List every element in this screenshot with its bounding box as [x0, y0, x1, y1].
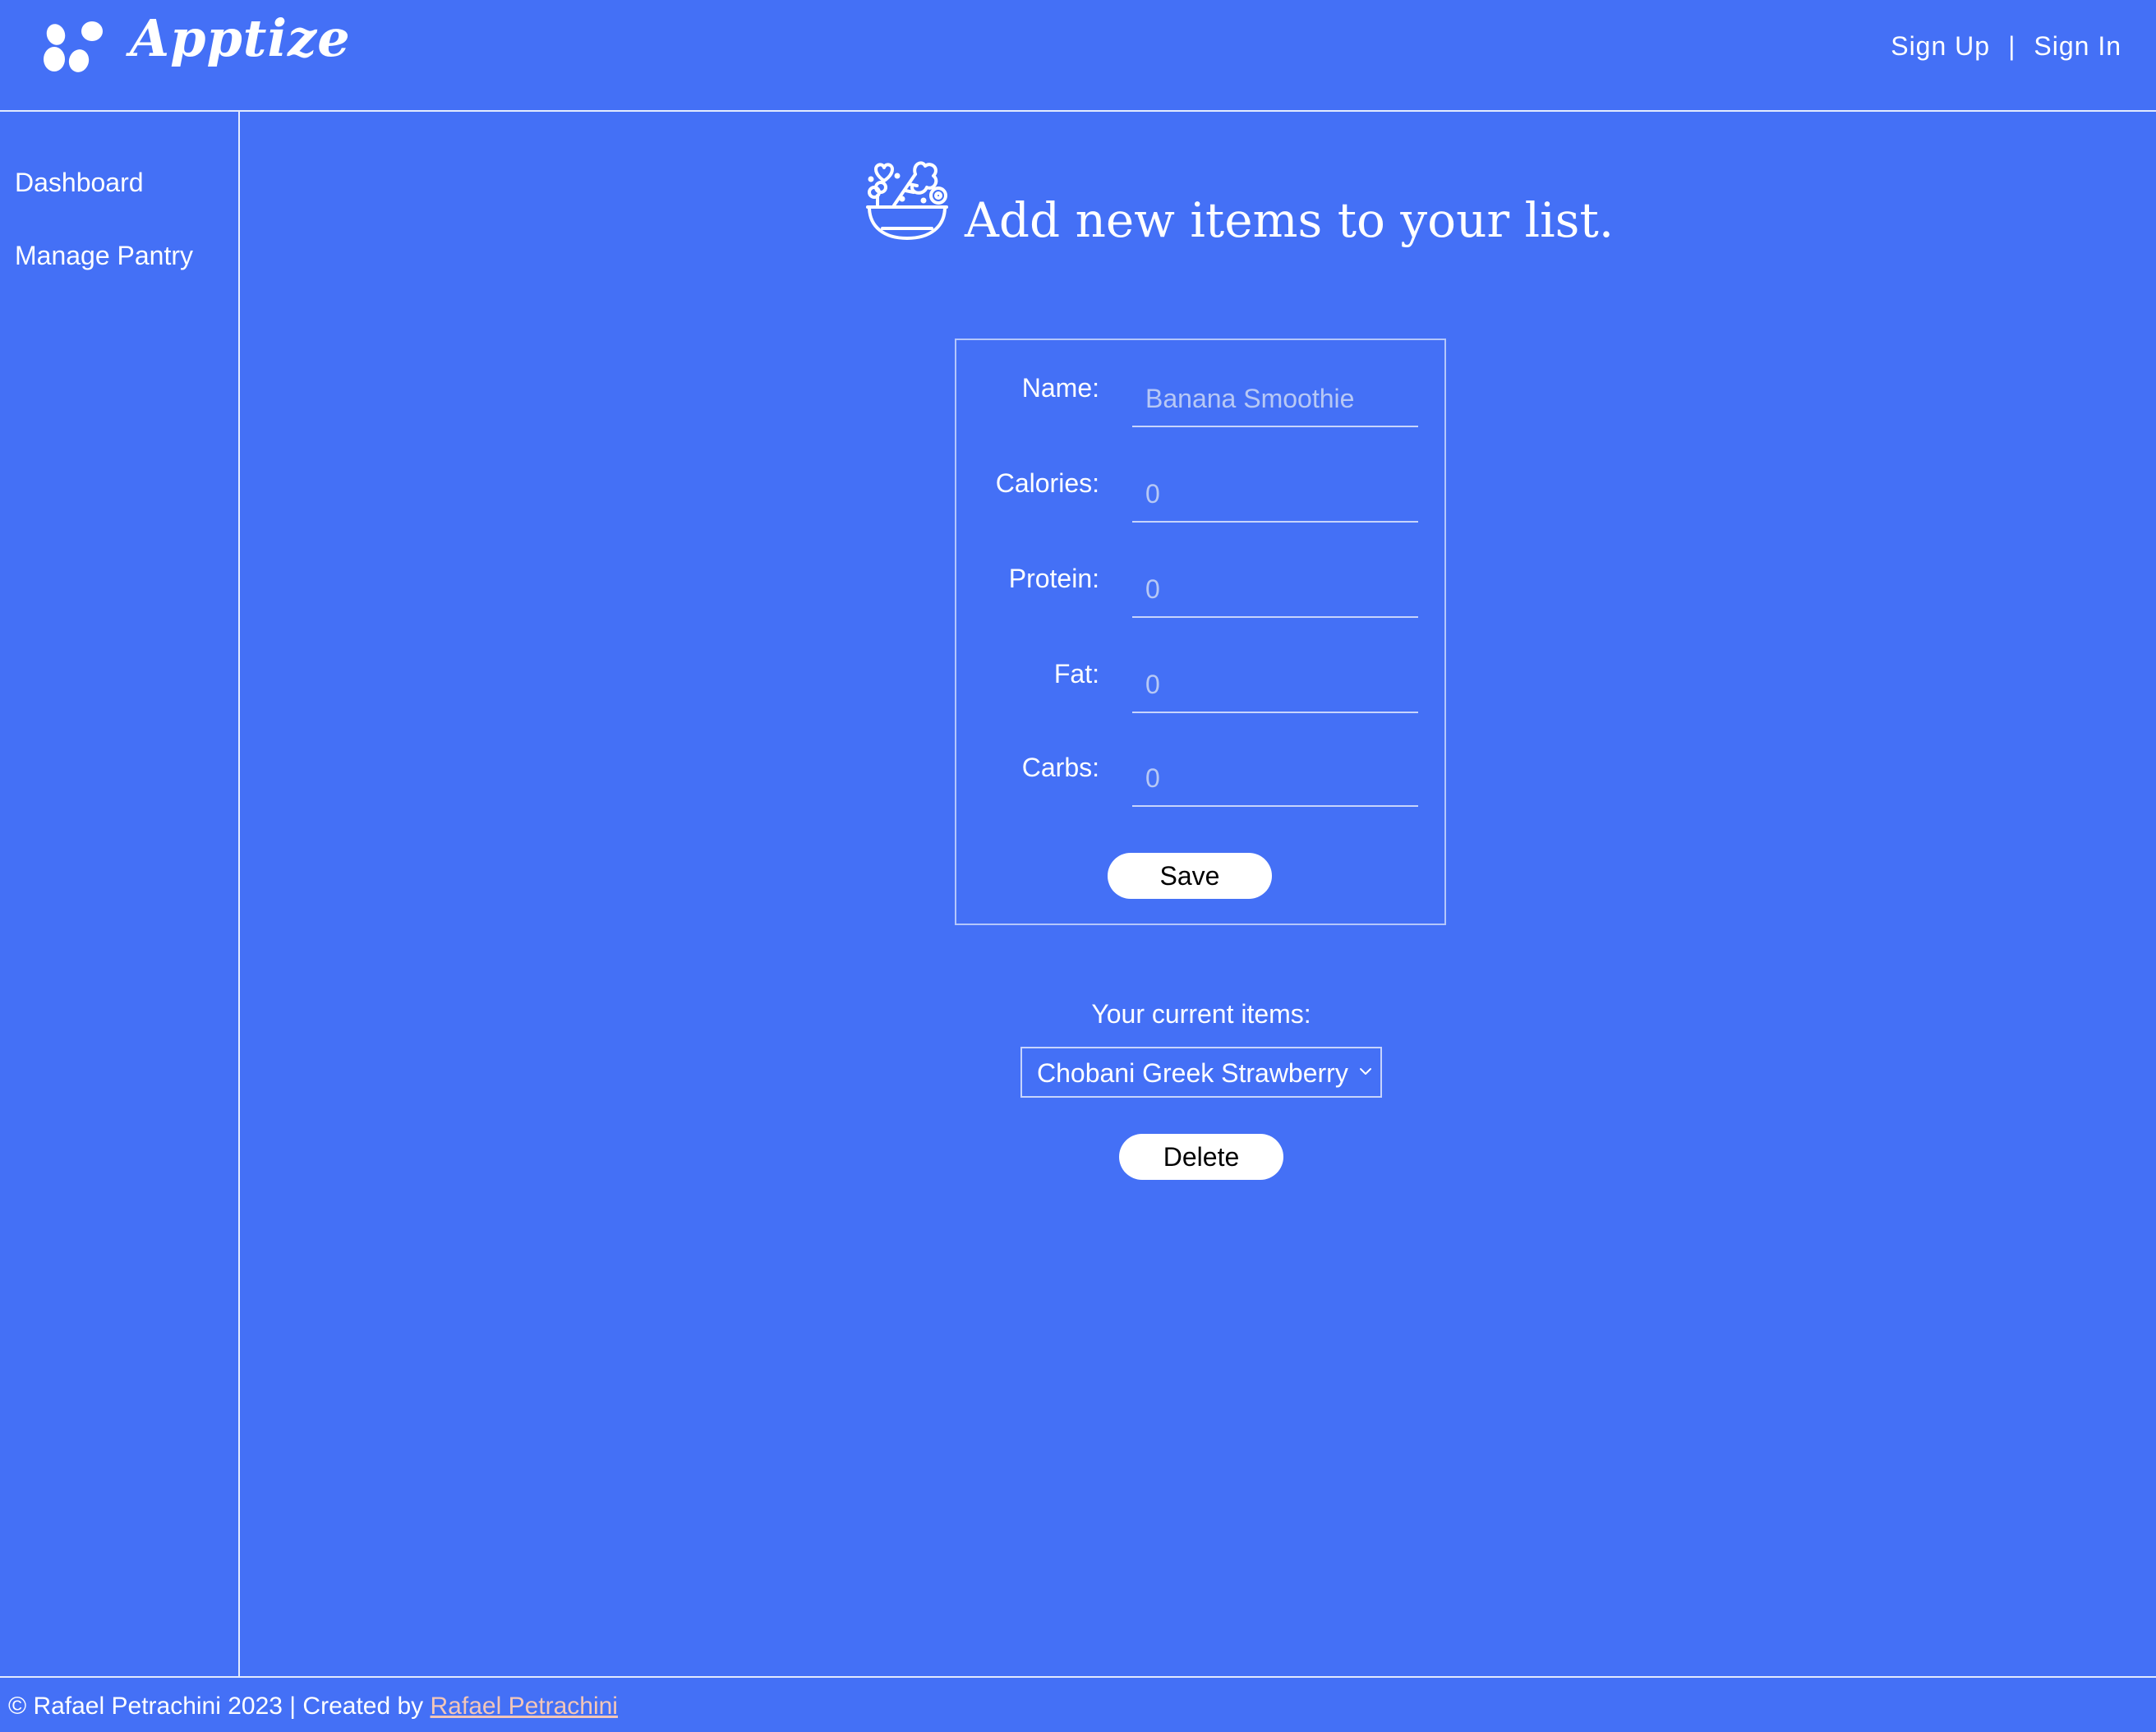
sidebar-item-dashboard[interactable]: Dashboard: [15, 168, 144, 198]
form-row-calories: Calories:: [956, 435, 1448, 524]
top-header: Apptize Sign Up | Sign In: [0, 0, 2156, 112]
form-row-fat: Fat:: [956, 626, 1448, 715]
fat-input[interactable]: [1132, 657, 1418, 713]
delete-button[interactable]: Delete: [1119, 1134, 1283, 1180]
salad-bowl-icon: [866, 161, 948, 240]
form-row-name: Name:: [956, 340, 1448, 429]
footer-text: © Rafael Petrachini 2023 | Created by Ra…: [8, 1693, 618, 1720]
carbs-label: Carbs:: [1021, 753, 1099, 782]
name-label: Name:: [1021, 373, 1099, 403]
form-row-carbs: Carbs:: [956, 720, 1448, 808]
auth-separator: |: [2008, 31, 2016, 61]
carbs-input[interactable]: [1132, 751, 1418, 807]
sign-in-link[interactable]: Sign In: [2034, 31, 2121, 61]
sidebar: Dashboard Manage Pantry: [0, 112, 240, 1676]
sidebar-item-manage-pantry[interactable]: Manage Pantry: [15, 241, 193, 271]
form-row-protein: Protein:: [956, 531, 1448, 620]
protein-label: Protein:: [1008, 564, 1099, 593]
protein-input[interactable]: [1132, 562, 1418, 618]
brand-name[interactable]: Apptize: [130, 8, 351, 68]
fat-label: Fat:: [1053, 659, 1099, 689]
page-title: Add new items to your list.: [965, 192, 1615, 248]
paw-dots-icon[interactable]: [41, 20, 110, 74]
current-items-select[interactable]: Chobani Greek Strawberry: [1020, 1047, 1382, 1098]
current-items-label: Your current items:: [1091, 999, 1311, 1029]
save-button[interactable]: Save: [1108, 853, 1272, 899]
calories-label: Calories:: [995, 468, 1099, 498]
name-input[interactable]: [1132, 371, 1418, 427]
sign-up-link[interactable]: Sign Up: [1891, 31, 1990, 61]
footer: © Rafael Petrachini 2023 | Created by Ra…: [0, 1676, 2156, 1732]
chevron-down-icon: [1360, 1068, 1371, 1075]
copyright-text: © Rafael Petrachini 2023 | Created by: [8, 1693, 431, 1720]
calories-input[interactable]: [1132, 467, 1418, 523]
add-item-form: Name: Calories: Protein: Fat: Carbs: Sav…: [955, 339, 1446, 925]
author-link[interactable]: Rafael Petrachini: [431, 1693, 618, 1720]
auth-links: Sign Up | Sign In: [1891, 31, 2121, 62]
current-items-selected-value: Chobani Greek Strawberry: [1037, 1058, 1348, 1088]
